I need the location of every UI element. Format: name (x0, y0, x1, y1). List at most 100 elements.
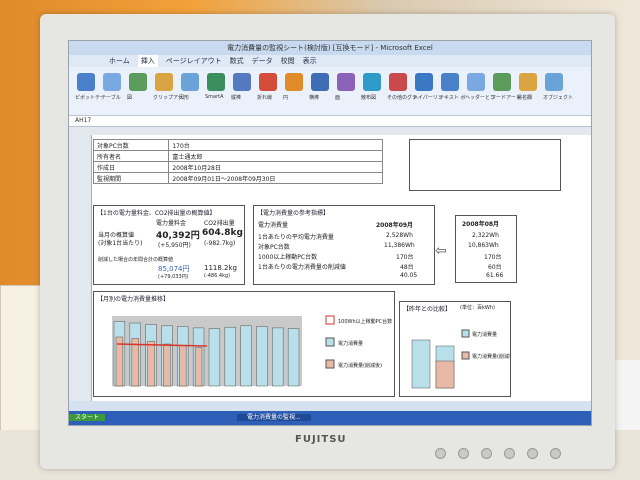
ribbon-button-icon[interactable] (207, 73, 225, 91)
tab-data[interactable]: データ (252, 55, 273, 67)
ribbon-button-icon[interactable] (363, 73, 381, 91)
info-table: 対象PC台数 170台 所有者名 富士通太郎 作成日 2008年10月28日 監視期間… (92, 139, 383, 184)
bar (272, 327, 284, 387)
table-row: 監視期間 2008年09月01日～2008年09月30日 (92, 172, 383, 184)
ref-row-value: 170台 (396, 254, 414, 261)
tab-review[interactable]: 校閲 (281, 55, 295, 67)
legend-label: 電力消費量 (338, 340, 363, 347)
bar-reduced (194, 347, 203, 387)
ribbon-button-icon[interactable] (311, 73, 329, 91)
info-label: 所有者名 (92, 150, 170, 162)
tab-home[interactable]: ホーム (109, 55, 130, 67)
legend-label: 100Wh以上稼動PC台数 (338, 318, 392, 325)
table-row: 対象PC台数 170台 (92, 139, 383, 151)
worksheet[interactable]: 対象PC台数 170台 所有者名 富士通太郎 作成日 2008年10月28日 監視期間… (69, 135, 591, 401)
bar-reduced (435, 360, 455, 389)
ribbon-button-icon[interactable] (389, 73, 407, 91)
comparison-chart-box: 【昨年との比較】 (単位：百kWh) 電力消費量電力消費量(削減後) (399, 301, 511, 397)
col-co2-label: CO2排出量 (204, 220, 235, 227)
monthly-chart: 100Wh以上稼動PC台数電力消費量電力消費量(削減後) (112, 315, 392, 387)
row2-label: 削減した場合の年間合計の概算値 (98, 257, 174, 263)
info-value: 170台 (168, 139, 383, 151)
ribbon-button-label: SmartA (205, 94, 224, 100)
legend-label: 電力消費量 (472, 331, 497, 338)
prev-value: 10,863Wh (468, 242, 499, 249)
ribbon-button-icon[interactable] (259, 73, 277, 91)
tab-view[interactable]: 表示 (303, 55, 317, 67)
ribbon-button-label: 折れ線 (257, 95, 273, 101)
ribbon-button-icon[interactable] (493, 73, 511, 91)
bar (411, 339, 431, 389)
start-button[interactable]: スタート (69, 414, 106, 421)
comparison-unit: (単位：百kWh) (460, 305, 495, 311)
ribbon-tabs: ホーム 挿入 ページレイアウト 数式 データ 校閲 表示 (69, 55, 591, 67)
taskbar: スタート 電力消費量の監視... (69, 411, 591, 425)
ribbon-button-label: 面 (335, 95, 341, 101)
ribbon-button-icon[interactable] (285, 73, 303, 91)
ribbon-button-icon[interactable] (129, 73, 147, 91)
ref-row-label: 1台あたりの平均電力消費量 (258, 234, 334, 241)
ribbon-button-icon[interactable] (441, 73, 459, 91)
bar (224, 326, 236, 387)
monitor-button[interactable] (435, 448, 446, 459)
name-box[interactable]: AH17 (69, 116, 591, 127)
ribbon-button-label: 図 (127, 95, 133, 101)
legend-label: 電力消費量(削減後) (472, 353, 510, 360)
comparison-chart: 電力消費量電力消費量(削減後) (411, 329, 510, 389)
info-value: 2008年09月01日～2008年09月30日 (168, 172, 383, 184)
legend-swatch (461, 351, 470, 360)
bar-reduced (179, 345, 187, 387)
ribbon-button-icon[interactable] (415, 73, 433, 91)
ribbon-button-label: オブジェクト (543, 95, 574, 101)
ref-row-label: 1000以上稼動PC台数 (258, 254, 318, 261)
ribbon-button-icon[interactable] (467, 73, 485, 91)
ribbon-button-icon[interactable] (155, 73, 173, 91)
bar (240, 325, 252, 387)
tab-insert[interactable]: 挿入 (137, 55, 158, 67)
monitor-buttons[interactable] (435, 448, 575, 459)
v4-sub: (-486.4kg) (204, 273, 231, 279)
table-row: 作成日 2008年10月28日 (92, 161, 383, 173)
monitor-button[interactable] (481, 448, 492, 459)
cost-co2-box: 【1台の電力量料金、CO2排出量の概算値】 電力量料金 CO2排出量 当月の概算… (93, 205, 245, 285)
ribbon-button-label: テーブル (101, 95, 121, 101)
arrow-left-icon: ⇦ (435, 243, 447, 259)
taskbar-item[interactable]: 電力消費量の監視... (236, 414, 311, 421)
window-title: 電力消費量の監視シート(検討版) [互換モード] - Microsoft Exc… (69, 41, 591, 55)
monitor-brand: FUJITSU (295, 434, 347, 445)
ref-row-value: 2,528Wh (386, 232, 413, 239)
prev-header: 2008年08月 (462, 221, 500, 228)
legend-swatch (325, 315, 335, 325)
prev-value: 170台 (484, 254, 502, 261)
monitor-button[interactable] (504, 448, 515, 459)
bar-reduced (147, 340, 155, 387)
ribbon-button-icon[interactable] (103, 73, 121, 91)
monitor-button[interactable] (458, 448, 469, 459)
ribbon-button-icon[interactable] (545, 73, 563, 91)
tab-formulas[interactable]: 数式 (230, 55, 244, 67)
ribbon-button-icon[interactable] (77, 73, 95, 91)
power-button[interactable] (550, 448, 561, 459)
info-label: 対象PC台数 (92, 139, 170, 151)
ref-header-left: 電力消費量 (258, 222, 289, 229)
ribbon-button-icon[interactable] (519, 73, 537, 91)
ribbon-button-label: 署名欄 (517, 95, 533, 101)
ref-header-right: 2008年09月 (376, 222, 414, 229)
table-row: 所有者名 富士通太郎 (92, 150, 383, 162)
ribbon: ピボットテー テーブル図クリップアー 図形 SmartA 縦棒 折れ線円横棒面散布図 その他… (69, 67, 591, 116)
ref-row-value: 11,386Wh (384, 242, 415, 249)
v2: 604.8kg (202, 228, 243, 238)
reference-box: 【電力消費量の参考指標】 電力消費量 2008年09月 1台あたりの平均電力消費… (253, 205, 435, 285)
tab-page-layout[interactable]: ページレイアウト (166, 55, 222, 67)
ribbon-button-icon[interactable] (337, 73, 355, 91)
status-bar (69, 401, 591, 411)
legend-label: 電力消費量(削減後) (338, 362, 382, 369)
monthly-chart-box: 【月別の電力消費量推移】 100Wh以上稼動PC台数 電力消費量 電力消費量(削減後… (93, 291, 395, 397)
right-top-grid (409, 139, 561, 191)
monitor-button[interactable] (527, 448, 538, 459)
ribbon-button-icon[interactable] (181, 73, 199, 91)
ribbon-button-label: 図形 (179, 95, 190, 101)
ribbon-button-icon[interactable] (233, 73, 251, 91)
reference-title: 【電力消費量の参考指標】 (257, 210, 330, 217)
legend-swatch (325, 337, 335, 347)
